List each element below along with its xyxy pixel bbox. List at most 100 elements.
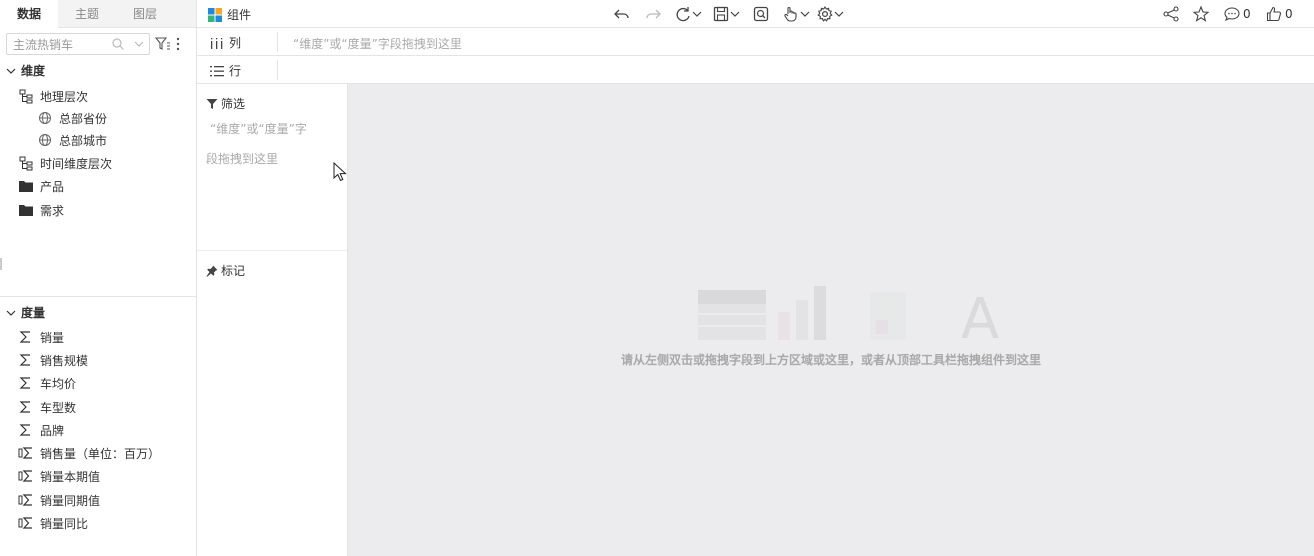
pin-icon [206, 265, 218, 277]
comment-icon [1224, 7, 1240, 22]
preview-button[interactable] [752, 5, 770, 23]
shelf-separator [277, 32, 278, 52]
dimension-item-label: 总部省份 [59, 111, 108, 126]
columns-icon [211, 37, 223, 49]
filter-drop-hint-line1: “维度”或“度量”字 [210, 122, 307, 136]
app-root: 数据 主题 图层 维度 地理层次 总部省份 总 [0, 0, 1314, 556]
component-grid-icon [208, 7, 222, 22]
measure-item-label: 销售规模 [40, 353, 89, 368]
interaction-button[interactable] [782, 5, 810, 23]
redo-button[interactable] [644, 5, 662, 23]
rows-icon [210, 65, 224, 76]
panel-tabs: 数据 主题 图层 [0, 0, 196, 29]
star-icon [1192, 5, 1210, 22]
measure-item[interactable]: 销量 [18, 327, 64, 347]
sigma-icon [19, 401, 30, 413]
columns-shelf[interactable]: 列 “维度”或“度量”字段拖拽到这里 [197, 28, 1314, 56]
measure-item[interactable]: 车均价 [18, 373, 76, 393]
measure-item-label: 销量同期值 [40, 493, 101, 508]
save-button[interactable] [712, 5, 740, 23]
dimension-item-label: 地理层次 [40, 89, 89, 104]
dataset-search-row [6, 33, 192, 55]
calc-sigma-icon [18, 517, 32, 529]
rows-shelf[interactable]: 行 [197, 56, 1314, 84]
component-placeholder-art: A [698, 286, 999, 344]
field-filter-icon[interactable] [155, 36, 171, 52]
dimension-item[interactable]: 总部城市 [37, 130, 107, 150]
measure-item[interactable]: 销量同比 [18, 513, 88, 533]
chevron-down-icon[interactable] [133, 38, 145, 50]
thumbs-up-icon [1266, 6, 1282, 22]
undo-button[interactable] [613, 5, 631, 23]
canvas-drop-hint: 请从左侧双击或拖拽字段到上方区域或这里，或者从顶部工具栏拖拽组件到这里 [620, 353, 1041, 367]
data-panel: 数据 主题 图层 维度 地理层次 总部省份 总 [0, 0, 197, 556]
dimensions-header[interactable]: 维度 [6, 62, 45, 79]
chevron-down-icon [6, 310, 16, 316]
dimension-item[interactable]: 需求 [18, 200, 64, 220]
measure-item[interactable]: 销售规模 [18, 350, 88, 370]
measure-item[interactable]: 销量本期值 [18, 466, 100, 486]
rows-shelf-label: 行 [209, 62, 241, 79]
dimension-item-label: 总部城市 [59, 133, 108, 148]
columns-label: 列 [229, 36, 242, 50]
hierarchy-icon [19, 156, 33, 171]
section-divider [0, 296, 196, 297]
tab-data[interactable]: 数据 [0, 0, 58, 29]
undo-icon [614, 9, 629, 19]
dimension-item[interactable]: 总部省份 [37, 108, 107, 128]
calc-sigma-icon [18, 447, 32, 459]
measure-item[interactable]: 车型数 [18, 397, 76, 417]
mark-header: 标记 [206, 262, 245, 279]
folder-icon [19, 205, 33, 216]
share-button[interactable] [1162, 5, 1180, 23]
calc-sigma-icon [18, 470, 32, 482]
tab-theme[interactable]: 主题 [58, 0, 116, 28]
measures-header[interactable]: 度量 [6, 304, 45, 321]
measure-item-label: 销量本期值 [40, 469, 101, 484]
measure-item[interactable]: 销售量（单位：百万） [18, 443, 160, 463]
globe-icon [39, 112, 51, 124]
like-button[interactable]: 0 [1265, 5, 1293, 23]
chevron-down-icon [730, 11, 740, 17]
funnel-icon [206, 98, 218, 109]
panel-divider [197, 250, 347, 251]
tab-layers[interactable]: 图层 [116, 0, 174, 28]
chevron-down-icon [6, 68, 16, 74]
dataset-search-input[interactable] [13, 37, 109, 51]
measure-item-label: 销售量（单位：百万） [40, 446, 161, 461]
gear-icon [817, 5, 833, 22]
share-icon [1163, 6, 1179, 22]
globe-icon [39, 134, 51, 146]
search-icon[interactable] [111, 37, 125, 51]
component-menu-label: 组件 [227, 8, 252, 22]
svg-text:A: A [961, 287, 999, 344]
measures-title: 度量 [21, 306, 46, 320]
mouse-cursor-icon [333, 162, 347, 182]
filter-drop-zone[interactable]: “维度”或“度量”字 段拖拽到这里 [206, 114, 336, 174]
canvas-area[interactable]: A 请从左侧双击或拖拽字段到上方区域或这里，或者从顶部工具栏拖拽组件到这里 [348, 84, 1314, 556]
component-menu[interactable]: 组件 [207, 6, 251, 23]
comments-button[interactable]: 0 [1223, 5, 1251, 23]
likes-count: 0 [1285, 7, 1293, 21]
panel-resize-handle[interactable] [0, 258, 2, 270]
settings-button[interactable] [816, 5, 844, 23]
dimensions-title: 维度 [21, 64, 46, 78]
dimension-item[interactable]: 地理层次 [18, 86, 88, 106]
chevron-down-icon [800, 11, 810, 17]
more-vertical-icon[interactable] [175, 37, 181, 51]
measure-item[interactable]: 销量同期值 [18, 490, 100, 510]
top-toolbar: 组件 0 0 [197, 0, 1314, 28]
measure-item-label: 销量同比 [40, 516, 89, 531]
favorite-button[interactable] [1192, 5, 1210, 23]
dimension-item[interactable]: 时间维度层次 [18, 153, 112, 173]
preview-icon [753, 6, 769, 22]
dataset-search-box[interactable] [6, 33, 150, 55]
columns-drop-hint: “维度”或“度量”字段拖拽到这里 [293, 37, 462, 51]
refresh-button[interactable] [674, 5, 702, 23]
comments-count: 0 [1243, 7, 1251, 21]
columns-shelf-label: 列 [209, 34, 241, 51]
redo-icon [646, 9, 661, 19]
dimension-item[interactable]: 产品 [18, 176, 64, 196]
measure-item[interactable]: 品牌 [18, 420, 64, 440]
filter-header: 筛选 [206, 95, 245, 112]
